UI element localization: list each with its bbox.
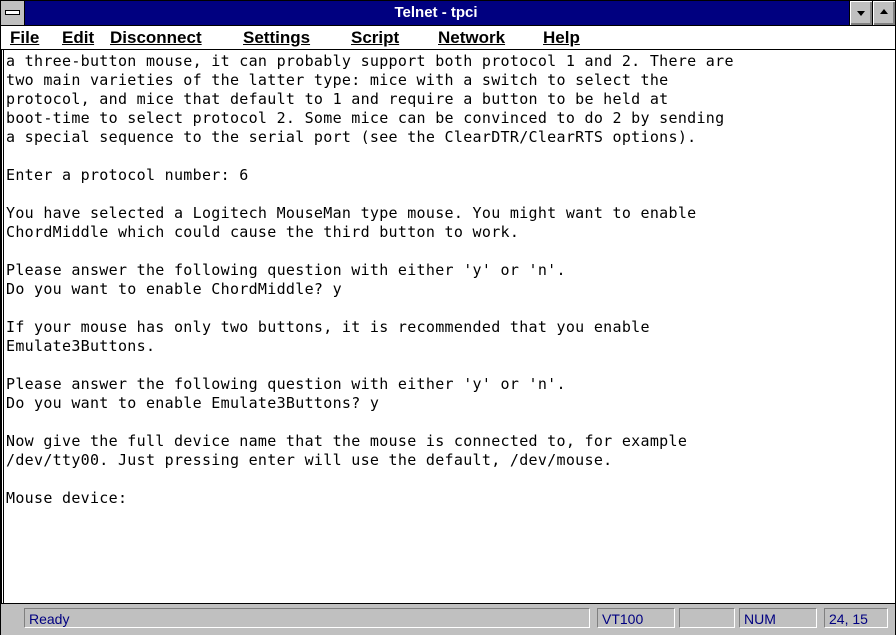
menu-disconnect-label: Disconnect <box>110 28 202 47</box>
minimize-arrow-icon <box>857 11 865 16</box>
menu-network-label: Network <box>438 28 506 47</box>
status-state: Ready <box>24 608 590 628</box>
status-emulation: VT100 <box>597 608 675 628</box>
status-bar: Ready VT100 NUM 24, 15 <box>1 603 895 635</box>
terminal-line: Do you want to enable ChordMiddle? y <box>6 280 342 298</box>
menu-settings[interactable]: Settings <box>243 26 310 49</box>
window-title: Telnet - tpci <box>394 4 478 21</box>
menu-script-label: Script <box>351 28 400 47</box>
terminal-line: a three-button mouse, it can probably su… <box>6 52 734 70</box>
terminal-line: Now give the full device name that the m… <box>6 432 688 450</box>
menu-file-label: File <box>10 28 40 47</box>
menu-edit[interactable]: Edit <box>62 26 94 49</box>
terminal-line: /dev/tty00. Just pressing enter will use… <box>6 451 613 469</box>
title-bar[interactable]: Telnet - tpci <box>1 1 895 26</box>
terminal-line: Mouse device: <box>6 489 128 507</box>
terminal-line: Please answer the following question wit… <box>6 261 566 279</box>
status-blank-field <box>679 608 735 628</box>
menu-bar: File Edit Disconnect Settings Script Net… <box>1 26 895 50</box>
menu-help[interactable]: Help <box>543 26 580 49</box>
menu-disconnect[interactable]: Disconnect <box>110 26 202 49</box>
terminal-line: If your mouse has only two buttons, it i… <box>6 318 650 336</box>
terminal-line: two main varieties of the latter type: m… <box>6 71 669 89</box>
terminal-line: You have selected a Logitech MouseMan ty… <box>6 204 697 222</box>
maximize-button[interactable] <box>872 1 895 25</box>
terminal-line: Enter a protocol number: 6 <box>6 166 249 184</box>
menu-settings-label: Settings <box>243 28 311 47</box>
terminal-line: Please answer the following question wit… <box>6 375 566 393</box>
menu-script[interactable]: Script <box>351 26 399 49</box>
terminal-line: Emulate3Buttons. <box>6 337 156 355</box>
system-menu-icon <box>5 10 20 15</box>
terminal-line: protocol, and mice that default to 1 and… <box>6 90 669 108</box>
menu-edit-label: Edit <box>62 28 95 47</box>
system-menu-button[interactable] <box>1 1 25 25</box>
menu-help-label: Help <box>543 28 580 47</box>
terminal-line: Do you want to enable Emulate3Buttons? y <box>6 394 380 412</box>
minimize-button[interactable] <box>849 1 872 25</box>
terminal-output: a three-button mouse, it can probably su… <box>4 50 895 508</box>
terminal-area[interactable]: a three-button mouse, it can probably su… <box>1 50 895 603</box>
status-cursor-position: 24, 15 <box>824 608 888 628</box>
terminal-line: ChordMiddle which could cause the third … <box>6 223 520 241</box>
status-num-lock: NUM <box>739 608 817 628</box>
menu-file[interactable]: File <box>10 26 39 49</box>
menu-network[interactable]: Network <box>438 26 505 49</box>
terminal-line: boot-time to select protocol 2. Some mic… <box>6 109 725 127</box>
telnet-window: Telnet - tpci File Edit Disconnect Setti… <box>0 0 896 635</box>
terminal-line: a special sequence to the serial port (s… <box>6 128 697 146</box>
maximize-arrow-icon <box>880 9 888 14</box>
